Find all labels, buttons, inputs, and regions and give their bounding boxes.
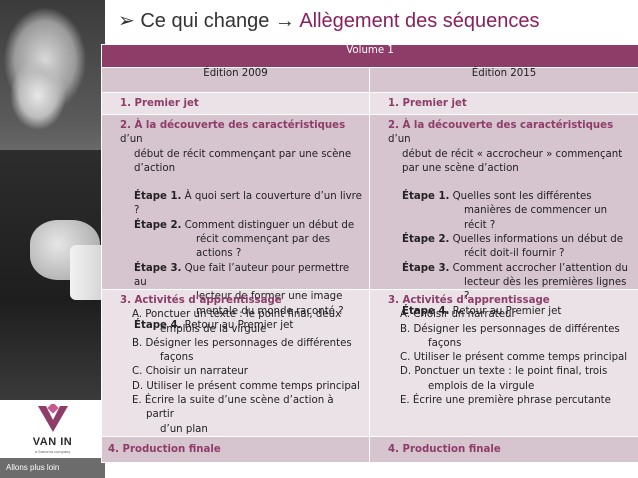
activity-item: A. Ponctuer un texte : le point final, d…	[132, 309, 342, 321]
title-prefix: Ce qui change	[140, 10, 270, 32]
step-label: Étape 1.	[402, 191, 450, 203]
volume-cell: Volume 1	[100, 44, 638, 68]
table-row: 4. Production finale 4. Production final…	[101, 436, 638, 463]
activity-item-cont: d’un plan	[160, 423, 208, 435]
table-row: 2. À la découverte des caractéristiques …	[101, 114, 638, 331]
activity-item-cont: emplois de la virgule	[160, 323, 267, 335]
activity-item: C. Utiliser le présent comme temps princ…	[400, 352, 628, 364]
row2-left-heading-rest: d’un	[120, 134, 143, 146]
table-header-volume: Volume 1	[100, 44, 638, 68]
table-row: 1. Premier jet 1. Premier jet	[101, 92, 638, 115]
step-label: Étape 3.	[402, 262, 450, 274]
row2-right-heading: 2. À la découverte des caractéristiques	[388, 120, 614, 131]
logo-subtitle: a Sanoma company	[34, 449, 71, 454]
row4-left: 4. Production finale	[108, 444, 221, 455]
activity-item: E. Écrire la suite d’une scène d’action …	[132, 395, 334, 421]
title-accent: Allègement des séquences	[299, 10, 540, 32]
step-label: Étape 2.	[402, 234, 450, 246]
row2-left-heading-line2: début de récit commençant par une scène	[134, 148, 352, 160]
row2-right-heading-line3: par une scène d’action	[402, 162, 519, 174]
step-label: Étape 1.	[134, 191, 182, 203]
table-header-editions: Édition 2009 Édition 2015	[101, 67, 638, 93]
step-cont: récit commençant par des actions ?	[196, 234, 331, 260]
step-text: Quelles sont les différentes	[449, 191, 592, 203]
slogan-bar: Allons plus loin	[0, 458, 105, 478]
slide-title: ➢ Ce qui change → Allègement des séquenc…	[118, 8, 539, 33]
step-text: Quelles informations un début de	[449, 234, 623, 246]
activity-item: D. Ponctuer un texte : le point final, t…	[400, 366, 608, 378]
col-2015-header: Édition 2015	[368, 67, 638, 93]
row2-left-heading-line3: d’action	[134, 162, 176, 174]
step-label: Étape 3.	[134, 262, 182, 274]
comparison-table: Volume 1 Édition 2009 Édition 2015 1. Pr…	[100, 44, 638, 463]
row4-right: 4. Production finale	[388, 444, 501, 455]
row2-right-heading-rest: d’un	[388, 134, 411, 146]
right-arrow-icon: →	[274, 10, 295, 32]
activity-item-cont: façons	[428, 337, 462, 349]
activity-item: B. Désigner les personnages de différent…	[400, 323, 620, 335]
step-label: Étape 2.	[134, 219, 182, 231]
activity-item-cont: emplois de la virgule	[428, 380, 535, 392]
row1-left: 1. Premier jet	[120, 98, 199, 109]
step-text: Comment distinguer un début de	[181, 219, 355, 231]
activity-item: D. Utiliser le présent comme temps princ…	[132, 380, 360, 392]
row3-right-heading: 3. Activités d’apprentissage	[388, 295, 550, 306]
bullet-arrow-icon: ➢	[118, 10, 135, 32]
student-photo	[0, 0, 110, 400]
row1-right: 1. Premier jet	[388, 98, 467, 109]
col-2009-header: Édition 2009	[101, 67, 370, 93]
activity-item: B. Désigner les personnages de différent…	[132, 337, 352, 349]
row2-right-heading-line2: début de récit « accrocheur » commençant	[402, 148, 623, 160]
step-text: Comment accrocher l’attention du	[449, 262, 628, 274]
activity-item: C. Choisir un narrateur	[132, 366, 248, 378]
activity-item: E. Écrire une première phrase percutante	[400, 395, 611, 407]
step-cont: récit doit-il fournir ?	[464, 248, 565, 260]
logo-text: VAN IN	[32, 436, 73, 448]
van-in-logo-icon	[38, 404, 68, 432]
step-cont: manières de commencer un récit ?	[464, 205, 608, 231]
activity-item-cont: façons	[160, 352, 194, 364]
row2-left-heading: 2. À la découverte des caractéristiques	[120, 120, 346, 131]
